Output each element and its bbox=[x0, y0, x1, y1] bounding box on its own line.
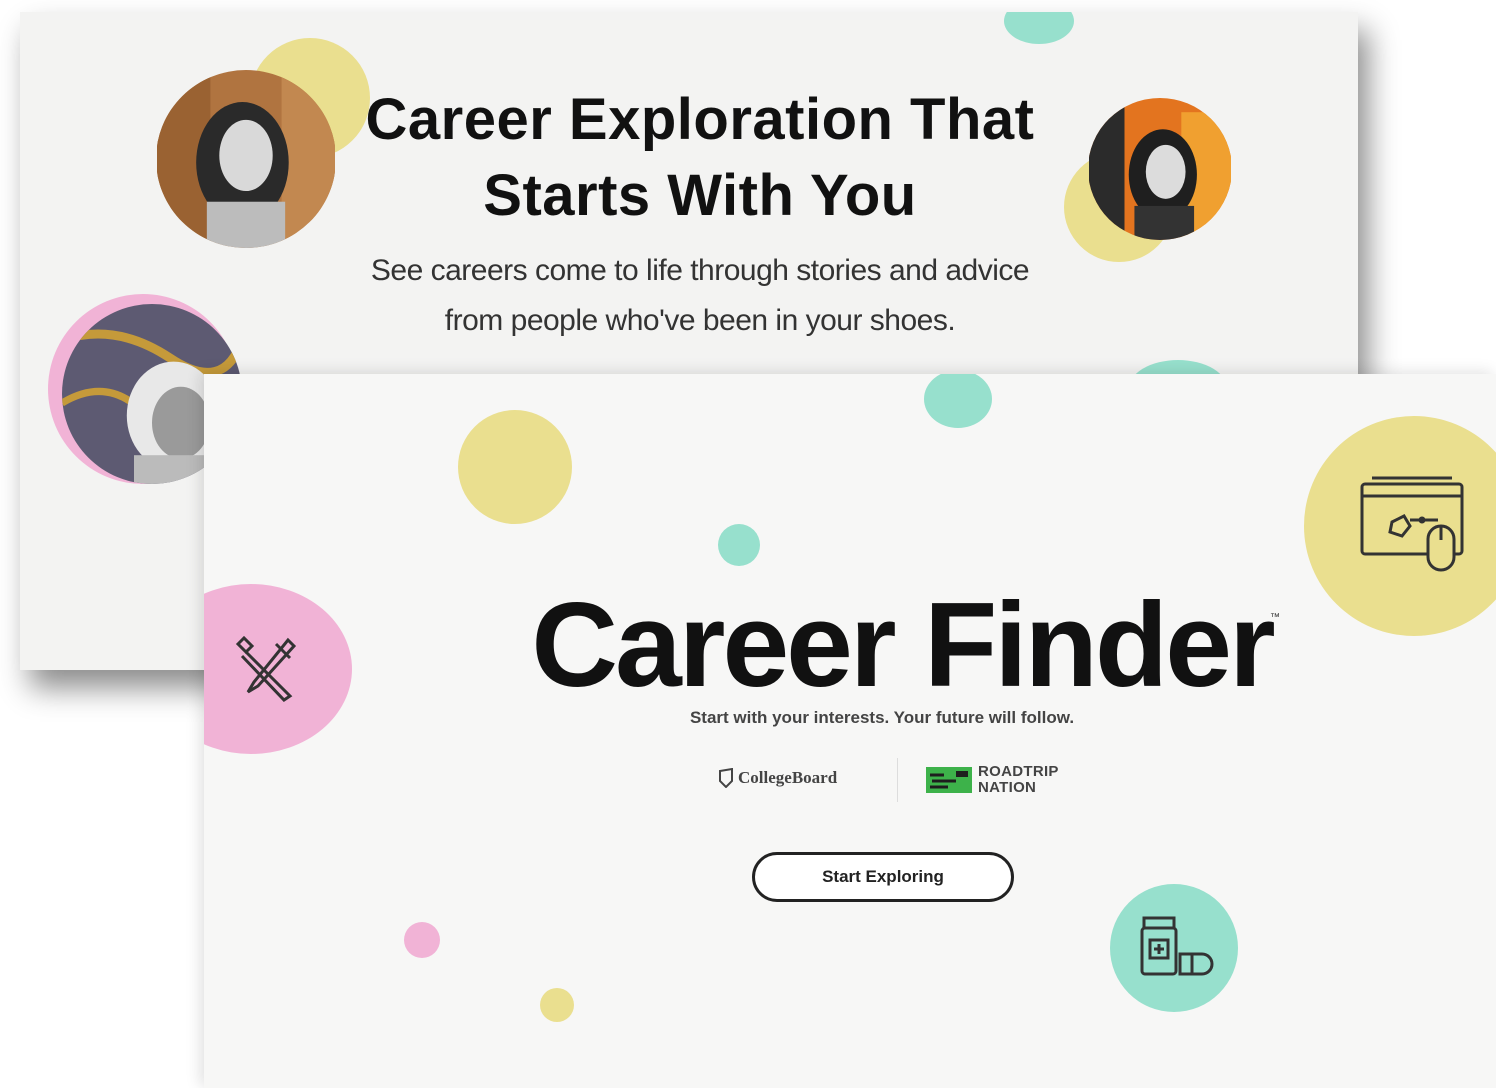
yellow-dot bbox=[458, 410, 572, 524]
roadtrip-nation-line-1: ROADTRIP bbox=[978, 763, 1059, 780]
logo-divider bbox=[897, 758, 898, 802]
medicine-bottle-icon bbox=[1140, 916, 1214, 976]
career-finder-title: Career Finder bbox=[531, 578, 1275, 712]
computer-mouse-icon bbox=[1360, 476, 1464, 572]
subhead-line-1: See careers come to life through stories… bbox=[370, 254, 1030, 287]
subheadline: See careers come to life through stories… bbox=[320, 246, 1080, 346]
headline-line-2: Starts With You bbox=[483, 163, 917, 228]
start-exploring-button[interactable]: Start Exploring bbox=[752, 852, 1014, 902]
pink-dot bbox=[404, 922, 440, 958]
teal-dot bbox=[718, 524, 760, 566]
collegeboard-logo-text: CollegeBoard bbox=[738, 768, 838, 787]
career-finder-card: Career Finder ™ Start with your interest… bbox=[204, 374, 1496, 1088]
roadtrip-nation-line-2: NATION bbox=[978, 779, 1037, 796]
collegeboard-logo[interactable]: CollegeBoard bbox=[718, 768, 837, 788]
tools-icon bbox=[235, 635, 297, 702]
tagline: Start with your interests. Your future w… bbox=[689, 708, 1075, 727]
teal-dot bbox=[924, 374, 992, 428]
roadtrip-nation-logo-icon bbox=[926, 767, 972, 793]
person-photo-1 bbox=[156, 70, 336, 248]
subhead-line-2: from people who've been in your shoes. bbox=[444, 304, 956, 337]
roadtrip-nation-logo[interactable]: ROADTRIP NATION bbox=[926, 764, 1059, 796]
headline: Career Exploration That Starts With You bbox=[320, 82, 1080, 234]
person-photo-2 bbox=[1088, 98, 1232, 240]
trademark-symbol: ™ bbox=[1270, 612, 1280, 623]
yellow-dot bbox=[540, 988, 574, 1022]
headline-line-1: Career Exploration That bbox=[365, 87, 1035, 152]
roadtrip-nation-text: ROADTRIP NATION bbox=[978, 764, 1059, 796]
teal-dot bbox=[1004, 12, 1074, 44]
collegeboard-logo-icon bbox=[719, 768, 733, 788]
